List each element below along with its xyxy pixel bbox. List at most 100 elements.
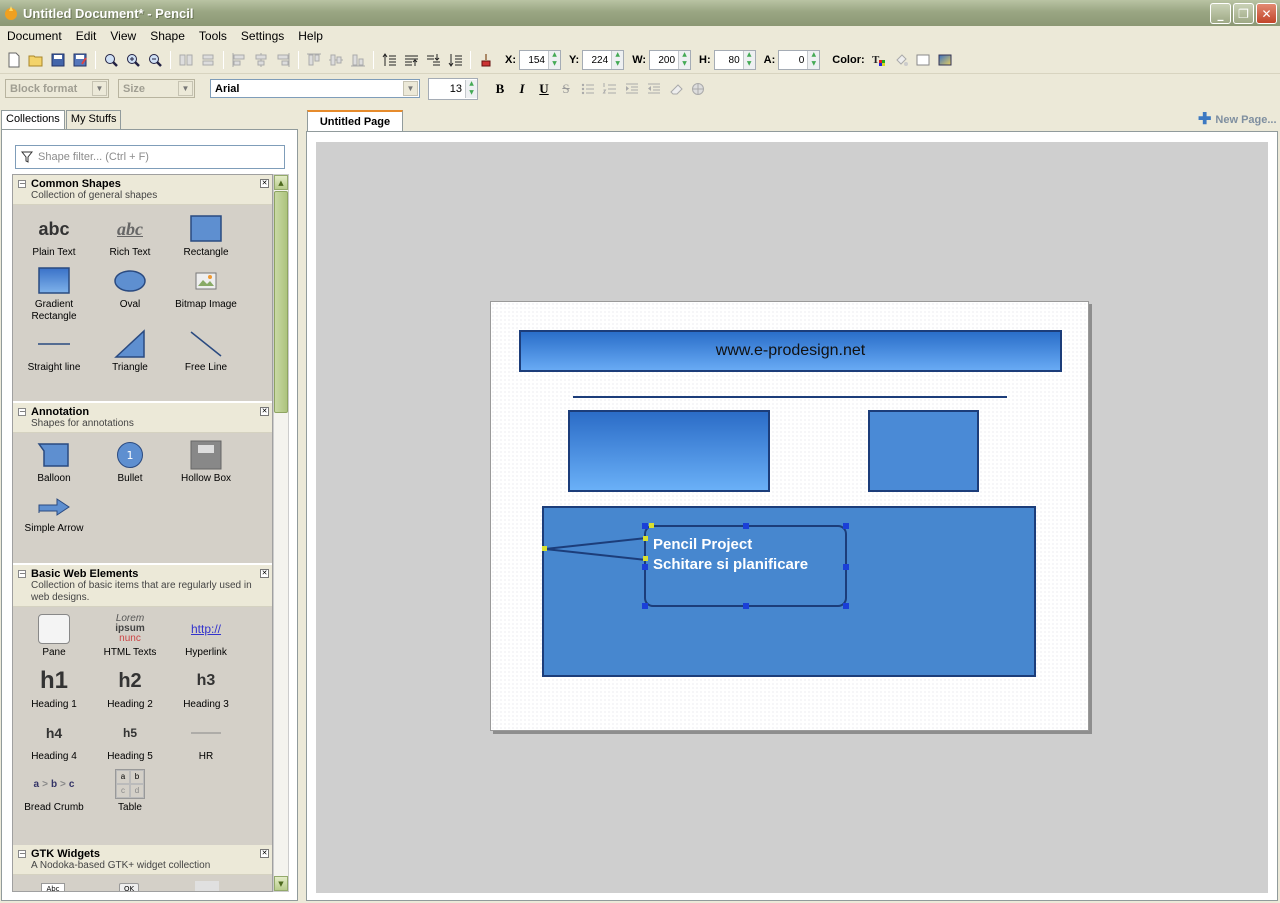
canvas-blue-box[interactable] [868, 410, 979, 492]
shape-oval[interactable]: Oval [92, 265, 168, 311]
zoom-out-icon[interactable] [144, 49, 166, 71]
shape-filter-input[interactable]: Shape filter... (Ctrl + F) [15, 145, 285, 169]
canvas-header-bar[interactable]: www.e-prodesign.net [519, 330, 1062, 372]
align-left-icon[interactable] [228, 49, 250, 71]
fill-color-icon[interactable] [890, 49, 912, 71]
shape-heading-2[interactable]: h2 Heading 2 [92, 665, 168, 711]
menu-document[interactable]: Document [0, 29, 69, 43]
collection-header[interactable]: − Annotation Shapes for annotations ✕ [13, 403, 272, 433]
menu-edit[interactable]: Edit [69, 29, 104, 43]
close-button[interactable]: ✕ [1256, 3, 1277, 24]
shape-hyperlink[interactable]: http:// Hyperlink [168, 613, 244, 659]
send-backward-icon[interactable] [422, 49, 444, 71]
format-painter-icon[interactable] [475, 49, 497, 71]
collections-scrollbar[interactable]: ▲ ▼ [273, 174, 289, 892]
new-document-icon[interactable] [3, 49, 25, 71]
outdent-icon[interactable] [643, 78, 665, 100]
menu-settings[interactable]: Settings [234, 29, 291, 43]
new-page-button[interactable]: ✚ New Page... [1198, 112, 1277, 128]
gtk-button-icon[interactable]: OK [119, 883, 139, 891]
block-format-select[interactable]: Block format ▼ [5, 79, 109, 98]
height-spinner[interactable]: 80 ▲ ▼ [713, 50, 756, 70]
shape-free-line[interactable]: Free Line [168, 328, 244, 374]
scroll-up-icon[interactable]: ▲ [274, 175, 288, 190]
angle-spinner[interactable]: 0 ▲ ▼ [778, 50, 821, 70]
gradient-fill-icon[interactable] [934, 49, 956, 71]
shape-bitmap-image[interactable]: Bitmap Image [168, 265, 244, 311]
x-spinner[interactable]: 154 ▲ ▼ [519, 50, 561, 70]
shape-straight-line[interactable]: Straight line [16, 328, 92, 374]
align-middle-icon[interactable] [325, 49, 347, 71]
y-spinner[interactable]: 224 ▲ ▼ [582, 50, 625, 70]
width-spinner[interactable]: 200 ▲ ▼ [649, 50, 692, 70]
shape-heading-5[interactable]: h5 Heading 5 [92, 717, 168, 763]
stroke-color-icon[interactable] [912, 49, 934, 71]
shape-hr[interactable]: HR [168, 717, 244, 763]
collapse-icon[interactable]: − [18, 408, 26, 416]
scroll-down-icon[interactable]: ▼ [274, 876, 288, 891]
zoom-icon[interactable] [100, 49, 122, 71]
shape-table[interactable]: a b c d Table [92, 768, 168, 814]
font-size-spinner[interactable]: 13 ▲ ▼ [428, 77, 478, 100]
shape-triangle[interactable]: Triangle [92, 328, 168, 374]
bullet-list-icon[interactable] [577, 78, 599, 100]
shape-rich-text[interactable]: abc Rich Text [92, 213, 168, 259]
shape-balloon[interactable]: Balloon [16, 439, 92, 485]
text-color-icon[interactable]: T [868, 49, 890, 71]
open-folder-icon[interactable] [25, 49, 47, 71]
shape-html-texts[interactable]: Lorem ipsum nunc HTML Texts [92, 613, 168, 659]
close-collection-icon[interactable]: ✕ [260, 569, 269, 578]
align-center-icon[interactable] [250, 49, 272, 71]
menu-view[interactable]: View [103, 29, 143, 43]
gtk-widget-icon[interactable] [195, 881, 219, 891]
gtk-entry-icon[interactable]: Abc [41, 883, 65, 891]
numbered-list-icon[interactable] [599, 78, 621, 100]
canvas-hr-line[interactable] [573, 396, 1007, 398]
shape-heading-4[interactable]: h4 Heading 4 [16, 717, 92, 763]
close-collection-icon[interactable]: ✕ [260, 849, 269, 858]
save-as-icon[interactable] [69, 49, 91, 71]
scroll-thumb[interactable] [274, 191, 288, 413]
collection-header[interactable]: − GTK Widgets A Nodoka-based GTK+ widget… [13, 845, 272, 875]
font-family-select[interactable]: Arial ▼ [210, 79, 420, 98]
size-select[interactable]: Size ▼ [118, 79, 195, 98]
save-icon[interactable] [47, 49, 69, 71]
minimize-button[interactable]: _ [1210, 3, 1231, 24]
underline-button[interactable]: U [533, 78, 555, 100]
shape-bullet[interactable]: 1 Bullet [92, 439, 168, 485]
tab-my-stuffs[interactable]: My Stuffs [65, 110, 122, 129]
close-collection-icon[interactable]: ✕ [260, 407, 269, 416]
ungroup-icon[interactable] [197, 49, 219, 71]
menu-shape[interactable]: Shape [143, 29, 192, 43]
collapse-icon[interactable]: − [18, 570, 26, 578]
shape-simple-arrow[interactable]: Simple Arrow [16, 489, 92, 535]
menu-tools[interactable]: Tools [192, 29, 234, 43]
send-to-back-icon[interactable] [444, 49, 466, 71]
eraser-icon[interactable] [665, 78, 687, 100]
shape-gradient-rectangle[interactable]: Gradient Rectangle [16, 265, 92, 323]
shape-pane[interactable]: Pane [16, 613, 92, 659]
collapse-icon[interactable]: − [18, 850, 26, 858]
shape-bread-crumb[interactable]: a > b > c Bread Crumb [16, 768, 92, 814]
canvas-gradient-box[interactable] [568, 410, 770, 492]
shape-heading-3[interactable]: h3 Heading 3 [168, 665, 244, 711]
shape-plain-text[interactable]: abc Plain Text [16, 213, 92, 259]
shape-hollow-box[interactable]: Hollow Box [168, 439, 244, 485]
bring-forward-icon[interactable] [400, 49, 422, 71]
group-icon[interactable] [175, 49, 197, 71]
balloon-text[interactable]: Pencil Project Schitare si planificare [653, 535, 843, 575]
close-collection-icon[interactable]: ✕ [260, 179, 269, 188]
restore-button[interactable]: ❐ [1233, 3, 1254, 24]
shape-heading-1[interactable]: h1 Heading 1 [16, 665, 92, 711]
collection-header[interactable]: − Basic Web Elements Collection of basic… [13, 565, 272, 607]
tab-untitled-page[interactable]: Untitled Page [307, 110, 403, 132]
menu-help[interactable]: Help [291, 29, 330, 43]
shape-rectangle[interactable]: Rectangle [168, 213, 244, 259]
collapse-icon[interactable]: − [18, 180, 26, 188]
link-icon[interactable] [687, 78, 709, 100]
italic-button[interactable]: I [511, 78, 533, 100]
tab-collections[interactable]: Collections [1, 110, 65, 130]
indent-icon[interactable] [621, 78, 643, 100]
bring-to-front-icon[interactable] [378, 49, 400, 71]
collection-header[interactable]: − Common Shapes Collection of general sh… [13, 175, 272, 205]
